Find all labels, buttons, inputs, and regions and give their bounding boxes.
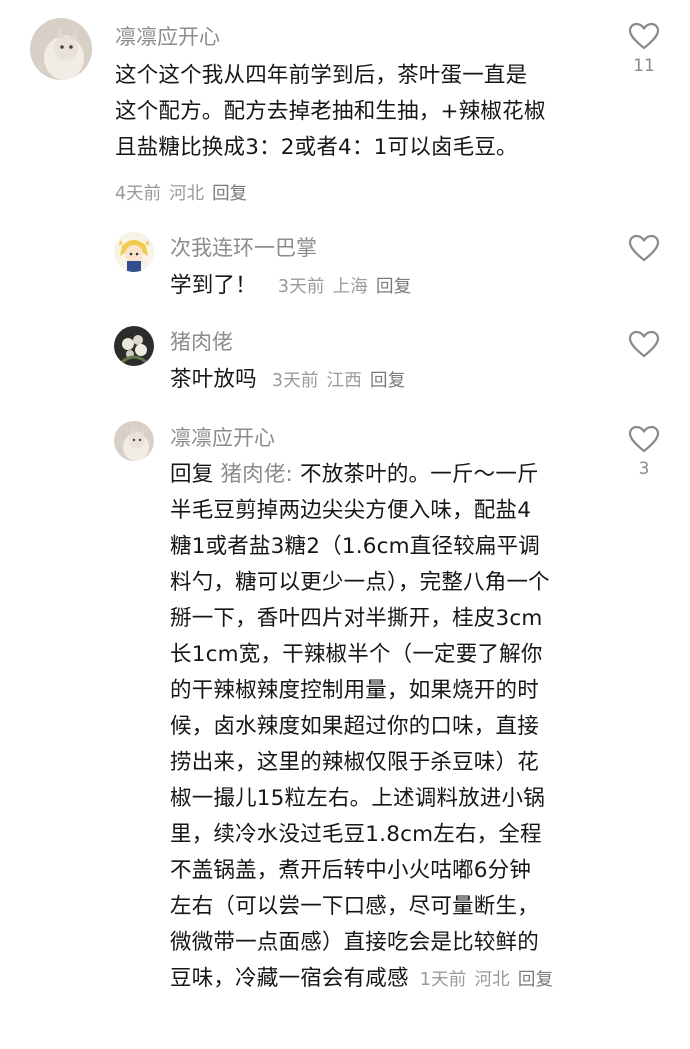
timestamp: 1天前 [419,970,467,990]
location: 上海 [332,277,368,297]
comment-text-line: 左右（可以尝一下口感，尽可量断生， [170,894,539,919]
avatar[interactable] [114,326,154,366]
comment-text-line: 掰一下，香叶四片对半撕开，桂皮3cm [170,606,543,631]
flower-photo-avatar-icon [114,326,154,366]
reply-button[interactable]: 回复 [212,184,247,204]
comment-text-content: 不放茶叶的。一斤～一斤 [293,462,539,487]
like-button[interactable] [628,234,660,262]
reply-button[interactable]: 回复 [376,277,411,297]
like-count: 11 [633,56,655,76]
comment-meta: 3天前 上海 回复 [278,277,420,297]
comment-text-line: 这个这个我从四年前学到后，茶叶蛋一直是 [115,63,528,88]
comment-text-content: 豆味，冷藏一宿会有咸感 [170,966,409,991]
heart-icon [628,425,660,453]
comment-text-line: 豆味，冷藏一宿会有咸感 1天前 河北 回复 [170,961,610,998]
like-button[interactable] [628,330,660,358]
comment-text-line: 糖1或者盐3糖2（1.6cm直径较扁平调 [170,534,540,559]
username[interactable]: 凛凛应开心 [115,23,220,51]
timestamp: 3天前 [271,371,319,391]
reply-button[interactable]: 回复 [518,970,553,990]
comment-meta: 1天前 河北 回复 [420,970,562,990]
comment-text-line: 微微带一点面感）直接吃会是比较鲜的 [170,930,539,955]
comment-meta: 4天前 河北 回复 [115,180,255,205]
timestamp: 3天前 [277,277,325,297]
comment-text: 茶叶放吗 3天前 江西 回复 [170,362,590,399]
avatar[interactable] [114,421,154,461]
username[interactable]: 凛凛应开心 [170,424,275,452]
timestamp: 4天前 [115,184,162,204]
comment-text-line: 料勺，糖可以更少一点），完整八角一个 [170,570,550,595]
comment-text-line: 半毛豆剪掉两边尖尖方便入味，配盐4 [170,498,532,523]
cat-photo-avatar-icon [114,421,154,461]
comment-text-line: 候，卤水辣度如果超过你的口味，直接 [170,714,539,739]
comment-text-content: 学到了！ [170,273,257,298]
location: 河北 [474,970,510,990]
comment-text-line: 的干辣椒辣度控制用量，如果烧开的时 [170,678,539,703]
comment-meta: 3天前 江西 回复 [272,371,414,391]
comment-text-line: 捞出来，这里的辣椒仅限于杀豆味）花 [170,750,539,775]
heart-icon [628,22,660,50]
username[interactable]: 次我连环一巴掌 [170,234,317,262]
location: 河北 [169,184,205,204]
avatar[interactable] [30,18,92,80]
like-button[interactable]: 11 [628,22,660,76]
like-count: 3 [638,459,650,479]
avatar[interactable] [114,232,154,272]
like-button[interactable]: 3 [628,425,660,479]
cat-photo-avatar-icon [30,18,92,80]
location: 江西 [326,371,362,391]
comment-text: 这个这个我从四年前学到后，茶叶蛋一直是 这个配方。配方去掉老抽和生抽，+辣椒花椒… [115,58,615,166]
comment-text: 回复 猪肉佬: 不放茶叶的。一斤～一斤 半毛豆剪掉两边尖尖方便入味，配盐4 糖1… [170,457,610,998]
comment-text-line: 里，续冷水没过毛豆1.8cm左右，全程 [170,822,542,847]
comment-text-line: 不盖锅盖，煮开后转中小火咕嘟6分钟 [170,858,532,883]
reply-target-user[interactable]: 猪肉佬: [220,462,293,487]
comment-text-content: 茶叶放吗 [170,367,257,392]
username[interactable]: 猪肉佬 [170,328,233,356]
reply-prefix: 回复 [170,462,214,487]
comment-text-line: 这个配方。配方去掉老抽和生抽，+辣椒花椒 [115,99,546,124]
cartoon-girl-avatar-icon [114,232,154,272]
heart-icon [628,330,660,358]
comment-text-line: 椒一撮儿15粒左右。上述调料放进小锅 [170,786,545,811]
comment-text-line: 且盐糖比换成3：2或者4：1可以卤毛豆。 [115,135,518,160]
comment-text-line: 长1cm宽，干辣椒半个（一定要了解你 [170,642,543,667]
heart-icon [628,234,660,262]
comment-text: 学到了！ 3天前 上海 回复 [170,268,590,305]
comment-text-line: 回复 猪肉佬: 不放茶叶的。一斤～一斤 [170,457,610,493]
reply-button[interactable]: 回复 [370,371,405,391]
